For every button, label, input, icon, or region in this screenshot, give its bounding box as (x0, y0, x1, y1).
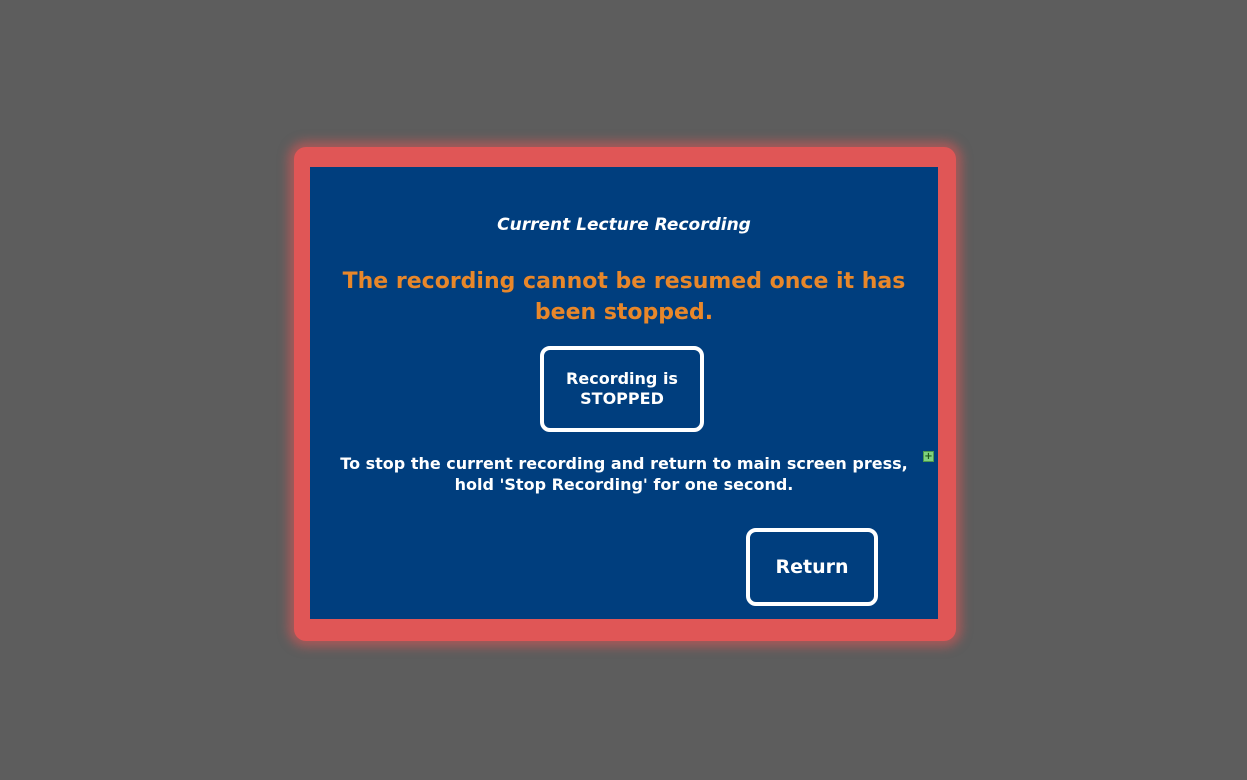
dialog-title: Current Lecture Recording (497, 215, 751, 235)
return-button[interactable]: Return (746, 528, 878, 606)
instructions-text: To stop the current recording and return… (320, 453, 928, 495)
instruction-line-1: To stop the current recording and return… (340, 454, 908, 473)
status-line-2: STOPPED (580, 389, 664, 408)
instruction-line-2: hold 'Stop Recording' for one second. (454, 475, 794, 494)
dialog-panel: Current Lecture Recording The recording … (310, 167, 938, 619)
warning-message: The recording cannot be resumed once it … (342, 269, 906, 325)
expand-icon[interactable]: + (923, 451, 934, 462)
status-line-1: Recording is (566, 369, 678, 388)
recording-status-indicator: Recording is STOPPED (540, 346, 704, 432)
dialog-frame: Current Lecture Recording The recording … (294, 147, 956, 641)
screen: Current Lecture Recording The recording … (0, 0, 1247, 780)
